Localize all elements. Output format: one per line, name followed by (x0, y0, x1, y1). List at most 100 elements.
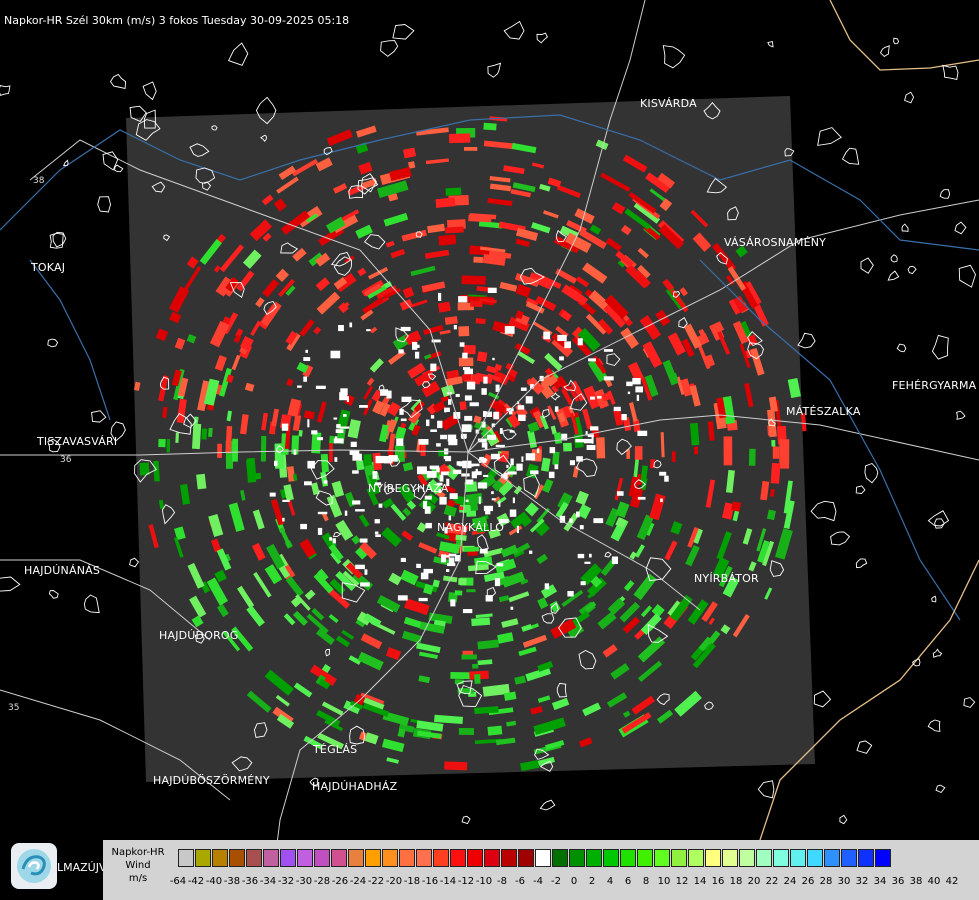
legend-swatch (331, 849, 347, 867)
settlement-outline (934, 518, 945, 529)
radar-echo-zero (590, 396, 595, 400)
wind-legend: Napkor-HR Wind m/s -64 -42 -40 -38 -36 -34 -32… (103, 840, 979, 900)
radar-echo (355, 460, 365, 471)
radar-echo (779, 439, 790, 469)
radar-echo-zero (461, 424, 472, 433)
radar-echo-zero (611, 556, 618, 564)
radar-echo-zero (576, 511, 580, 518)
legend-tick-label: 34 (873, 876, 887, 887)
settlement-outline (52, 231, 67, 248)
legend-tick-label: -8 (497, 876, 507, 887)
radar-echo-zero (603, 349, 613, 352)
radar-echo-zero (333, 417, 338, 420)
radar-echo-zero (364, 569, 368, 575)
radar-echo-zero (448, 557, 455, 564)
legend-swatch (195, 849, 211, 867)
radar-echo-zero (577, 338, 583, 346)
radar-echo-zero (487, 434, 496, 440)
legend-tick-label: 20 (747, 876, 761, 887)
radar-echo-zero (359, 538, 368, 543)
town-label-hajdunanas: HAJDÚNÁNÁS (24, 564, 101, 577)
radar-echo-zero (378, 503, 383, 508)
radar-echo (469, 500, 479, 511)
legend-swatch (603, 849, 619, 867)
radar-echo-zero (516, 525, 519, 534)
radar-echo-zero (510, 606, 514, 610)
radar-echo-zero (397, 595, 408, 601)
legend-swatch (297, 849, 313, 867)
radar-echo-zero (449, 493, 458, 500)
radar-echo-zero (659, 471, 667, 476)
radar-echo (473, 256, 484, 264)
radar-echo-zero (375, 534, 381, 537)
settlement-outline (855, 558, 868, 569)
legend-swatch (773, 849, 789, 867)
radar-echo-zero (593, 518, 604, 524)
town-label-teglas: TÉGLÁS (313, 743, 358, 756)
legend-swatch (841, 849, 857, 867)
radar-echo (420, 444, 426, 457)
radar-echo-zero (464, 395, 472, 401)
radar-echo-zero (589, 553, 592, 558)
radar-echo-zero (474, 471, 482, 476)
radar-echo (772, 446, 780, 459)
radar-echo-zero (332, 538, 336, 544)
legend-swatch (535, 849, 551, 867)
radar-echo-zero (450, 599, 456, 607)
radar-echo-zero (548, 471, 555, 479)
legend-tick-label: 8 (642, 876, 650, 887)
radar-echo-zero (424, 495, 432, 500)
radar-echo-zero (339, 392, 348, 401)
legend-tick-label: 10 (657, 876, 671, 887)
legend-tick-label: 40 (927, 876, 941, 887)
radar-echo (771, 440, 776, 447)
radar-echo-zero (465, 499, 469, 503)
radar-echo-zero (494, 578, 501, 587)
radar-echo-zero (536, 448, 540, 454)
radar-echo (298, 430, 303, 437)
radar-echo-zero (569, 518, 573, 523)
radar-echo-zero (590, 426, 599, 431)
radar-echo-zero (478, 496, 481, 505)
radar-echo-zero (317, 511, 328, 515)
radar-echo-zero (469, 402, 479, 407)
radar-echo (474, 674, 481, 684)
legend-tick-label: 42 (945, 876, 959, 887)
legend-tick-label: -24 (349, 876, 367, 887)
radar-echo (463, 146, 478, 151)
radar-echo (463, 546, 480, 552)
radar-echo-zero (372, 471, 378, 480)
settlement-outline (227, 42, 249, 66)
legend-swatch (229, 849, 245, 867)
radar-echo (438, 234, 457, 246)
radar-echo (475, 318, 486, 325)
radar-echo (175, 432, 179, 443)
legend-tick-label: -10 (475, 876, 493, 887)
radar-echo (232, 438, 239, 462)
legend-tick-label: -20 (385, 876, 403, 887)
radar-echo (562, 442, 573, 452)
town-label-tiszavasvari: TISZAVASVÁRI (37, 435, 118, 448)
legend-tick-label: -18 (403, 876, 421, 887)
legend-swatch (416, 849, 432, 867)
logo-icon (11, 843, 57, 889)
legend-tick-label: 18 (729, 876, 743, 887)
radar-echo-zero (617, 491, 624, 496)
settlement-outline (907, 265, 917, 275)
radar-echo-zero (274, 460, 278, 467)
radar-echo-zero (437, 420, 443, 429)
radar-echo-zero (415, 351, 420, 359)
radar-echo-zero (453, 325, 457, 330)
legend-tick-label: 4 (606, 876, 614, 887)
radar-echo-zero (281, 423, 289, 431)
legend-tick-label: -34 (259, 876, 277, 887)
radar-echo-zero (424, 506, 431, 514)
town-label-hajduboszormeny: HAJDÚBÖSZÖRMÉNY (153, 774, 270, 787)
radar-echo-zero (448, 553, 457, 557)
settlement-outline (841, 147, 860, 165)
radar-echo-zero (483, 474, 489, 477)
road-number: 35 (8, 703, 20, 713)
radar-echo-zero (588, 358, 596, 362)
radar-echo-zero (466, 381, 476, 390)
legend-swatch (722, 849, 738, 867)
